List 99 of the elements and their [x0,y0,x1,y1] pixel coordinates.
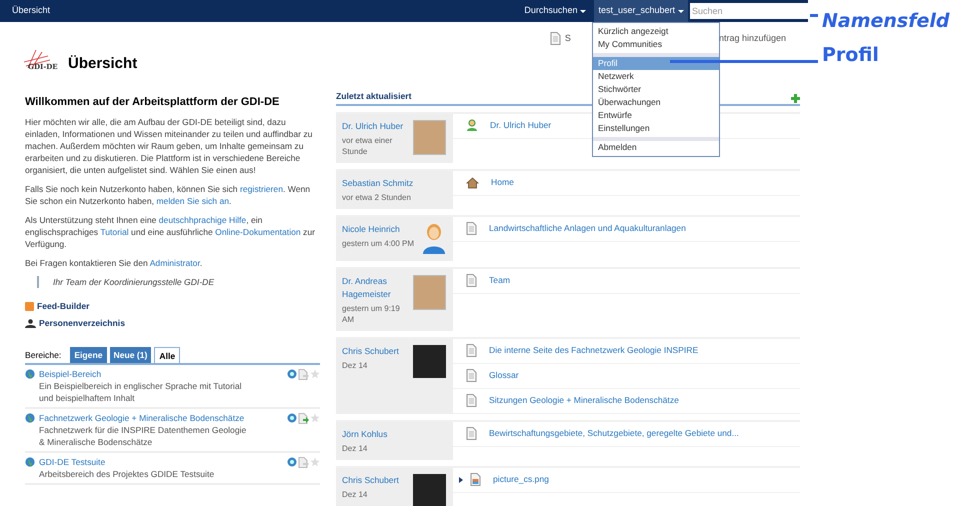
author-link[interactable]: Nicole Heinrich [342,222,420,236]
welcome-paragraph: Hier möchten wir alle, die am Aufbau der GDI-DE beteiligt sind, dazu einladen, Informationen und Wissen miteinander zu teilen und auffindbar zu machen. Außerdem möchten wir Raum geben, um Inhalte gemeinsam zu erarbeiten und zu diskutieren. Die Plattform ist in verschiedene Bereiche organisiert, die unten aufgelistet sind. Wählen Sie einen aus! [25,116,314,176]
document-icon [466,222,477,236]
activity-time: Dez 14 [342,360,368,371]
page-title: Übersicht [68,54,138,74]
subscribe-document-icon[interactable] [298,457,309,468]
star-icon[interactable] [310,457,320,467]
action-label[interactable]: S [564,32,571,46]
text-link[interactable]: deutschhprachige Hilfe [158,215,246,225]
image-file-icon [470,473,481,486]
star-icon[interactable] [310,369,320,379]
user-name-menu[interactable]: test_user_schubert [594,0,688,22]
menu-item[interactable]: Netzwerk [593,70,719,83]
activity-link[interactable]: Die interne Seite des Fachnetzwerk Geologie INSPIRE [489,344,698,358]
caret-icon [580,10,586,12]
activity-link[interactable]: Sitzungen Geologie + Mineralische Bodenschätze [489,394,679,408]
menu-item[interactable]: Entwürfe [593,109,719,122]
author-link[interactable]: Jörn Kohlus [342,428,446,441]
signature-text: Ihr Team der Koordinierungsstelle GDI-DE [53,277,214,287]
activity-time: gestern um 9:19 AM [342,302,401,325]
area-description: Arbeitsbereich des Projektes GDIDE Testsuite [39,468,216,480]
search-globe-icon[interactable] [287,369,297,379]
welcome-paragraph: Als Unterstützung steht Ihnen eine deutschhprachige Hilfe, ein englischsprachiges Tutorial und eine ausführliche Online-Dokumentation zur Verfügung. [25,214,316,250]
menu-item[interactable]: Profil [593,53,719,70]
activity-link[interactable]: Glossar [489,369,519,382]
activity-link[interactable]: Bewirtschaftungsgebiete, Schutzgebiete, geregelte Gebiete und... [489,427,739,440]
text-link[interactable]: registrieren [240,184,283,194]
activity-time: Dez 14 [342,488,368,500]
activity-time: gestern um 4:00 PM [342,238,416,249]
search-field[interactable]: Suchen [690,3,808,19]
activity-time: vor etwa 2 Stunden [342,192,412,203]
author-link[interactable]: Sebastian Schmitz [342,176,446,190]
house-icon [466,176,479,189]
menu-item[interactable]: Stichwörter [593,83,719,96]
search-globe-icon[interactable] [287,457,297,467]
areas-label: Bereiche: [25,349,62,361]
feed-icon [25,302,34,310]
area-description: Ein Beispielbereich in englischer Sprache mit Tutorial und beispielhaftem Inhalt [39,380,243,404]
filter-tab[interactable]: Alle [154,347,180,363]
welcome-paragraph: Falls Sie noch kein Nutzerkonto haben, können Sie sich registrieren. Wenn Sie schon ein Nutzerkonto haben, melden Sie sich an. [25,183,312,207]
top-bar-title[interactable]: Übersicht [12,4,524,18]
menu-item[interactable]: Einstellungen [593,122,719,135]
globe-icon [25,413,35,423]
person-icon [466,119,478,132]
area-title-link[interactable]: GDI-DE Testsuite [39,456,287,468]
document-icon [466,369,477,382]
globe-icon [25,457,35,467]
document-icon [550,32,561,46]
globe-icon [25,369,35,379]
author-link[interactable]: Chris Schubert [342,474,411,487]
filter-tab[interactable]: Eigene [70,347,106,363]
menu-item[interactable]: My Communities [593,38,719,51]
document-icon [466,427,477,440]
star-icon[interactable] [310,413,320,423]
subscribe-document-icon[interactable] [298,369,309,380]
menu-item[interactable]: Abmelden [593,137,719,154]
area-description: Fachnetzwerk für die INSPIRE Datenthemen Geologie & Mineralische Bodenschätze [39,424,248,448]
avatar-silhouette-icon [422,222,446,255]
annotation-label: Namensfeld [822,9,950,34]
welcome-heading: Willkommen auf der Arbeitsplattform der GDI-DE [25,96,280,108]
activity-link[interactable]: Team [489,274,510,288]
sidebar-link[interactable]: Feed-Builder [37,300,90,312]
author-link[interactable]: Dr. Andreas Hagemeister [342,274,411,301]
activity-time: vor etwa einer Stunde [342,134,394,157]
text-link[interactable]: melden Sie sich an [156,196,230,206]
welcome-paragraph: Bei Fragen kontaktieren Sie den Administrator. [25,257,204,269]
caret-icon [678,10,684,12]
people-icon [25,318,36,328]
author-link[interactable]: Chris Schubert [342,344,411,358]
document-icon [466,344,477,358]
document-icon [466,394,477,408]
search-globe-icon[interactable] [287,413,297,423]
menu-item[interactable]: Überwachungen [593,96,719,109]
section-heading: Zuletzt aktualisiert [336,90,412,103]
area-title-link[interactable]: Fachnetzwerk Geologie + Mineralische Bodenschätze [39,412,287,424]
sidebar-link[interactable]: Personenverzeichnis [39,317,125,329]
browse-menu[interactable]: Durchsuchen [524,4,586,18]
text-link[interactable]: Tutorial [100,227,129,237]
author-link[interactable]: Dr. Ulrich Huber [342,120,411,133]
activity-time: Dez 14 [342,442,368,454]
annotation-label: Profil [822,43,879,68]
activity-link[interactable]: picture_cs.png [493,473,549,486]
filter-tab[interactable]: Neue (1) [110,347,152,363]
activity-link[interactable]: Dr. Ulrich Huber [490,119,552,132]
photo-placeholder [413,120,446,155]
action-label[interactable]: ntrag hinzufügen [718,32,786,46]
area-title-link[interactable]: Beispiel-Bereich [39,368,287,380]
text-link[interactable]: Online-Dokumentation [215,227,301,237]
activity-link[interactable]: Home [491,176,514,190]
add-icon[interactable] [791,94,800,103]
photo-placeholder [413,474,446,506]
photo-placeholder [413,344,446,378]
subscribe-document-icon[interactable] [298,413,309,424]
expand-arrow-icon[interactable] [459,476,463,483]
document-icon [466,274,477,288]
activity-link[interactable]: Landwirtschaftliche Anlagen und Aquakulturanlagen [489,222,686,236]
menu-item[interactable]: Kürzlich angezeigt [593,25,719,38]
photo-placeholder [413,274,446,310]
text-link[interactable]: Administrator [150,258,200,268]
